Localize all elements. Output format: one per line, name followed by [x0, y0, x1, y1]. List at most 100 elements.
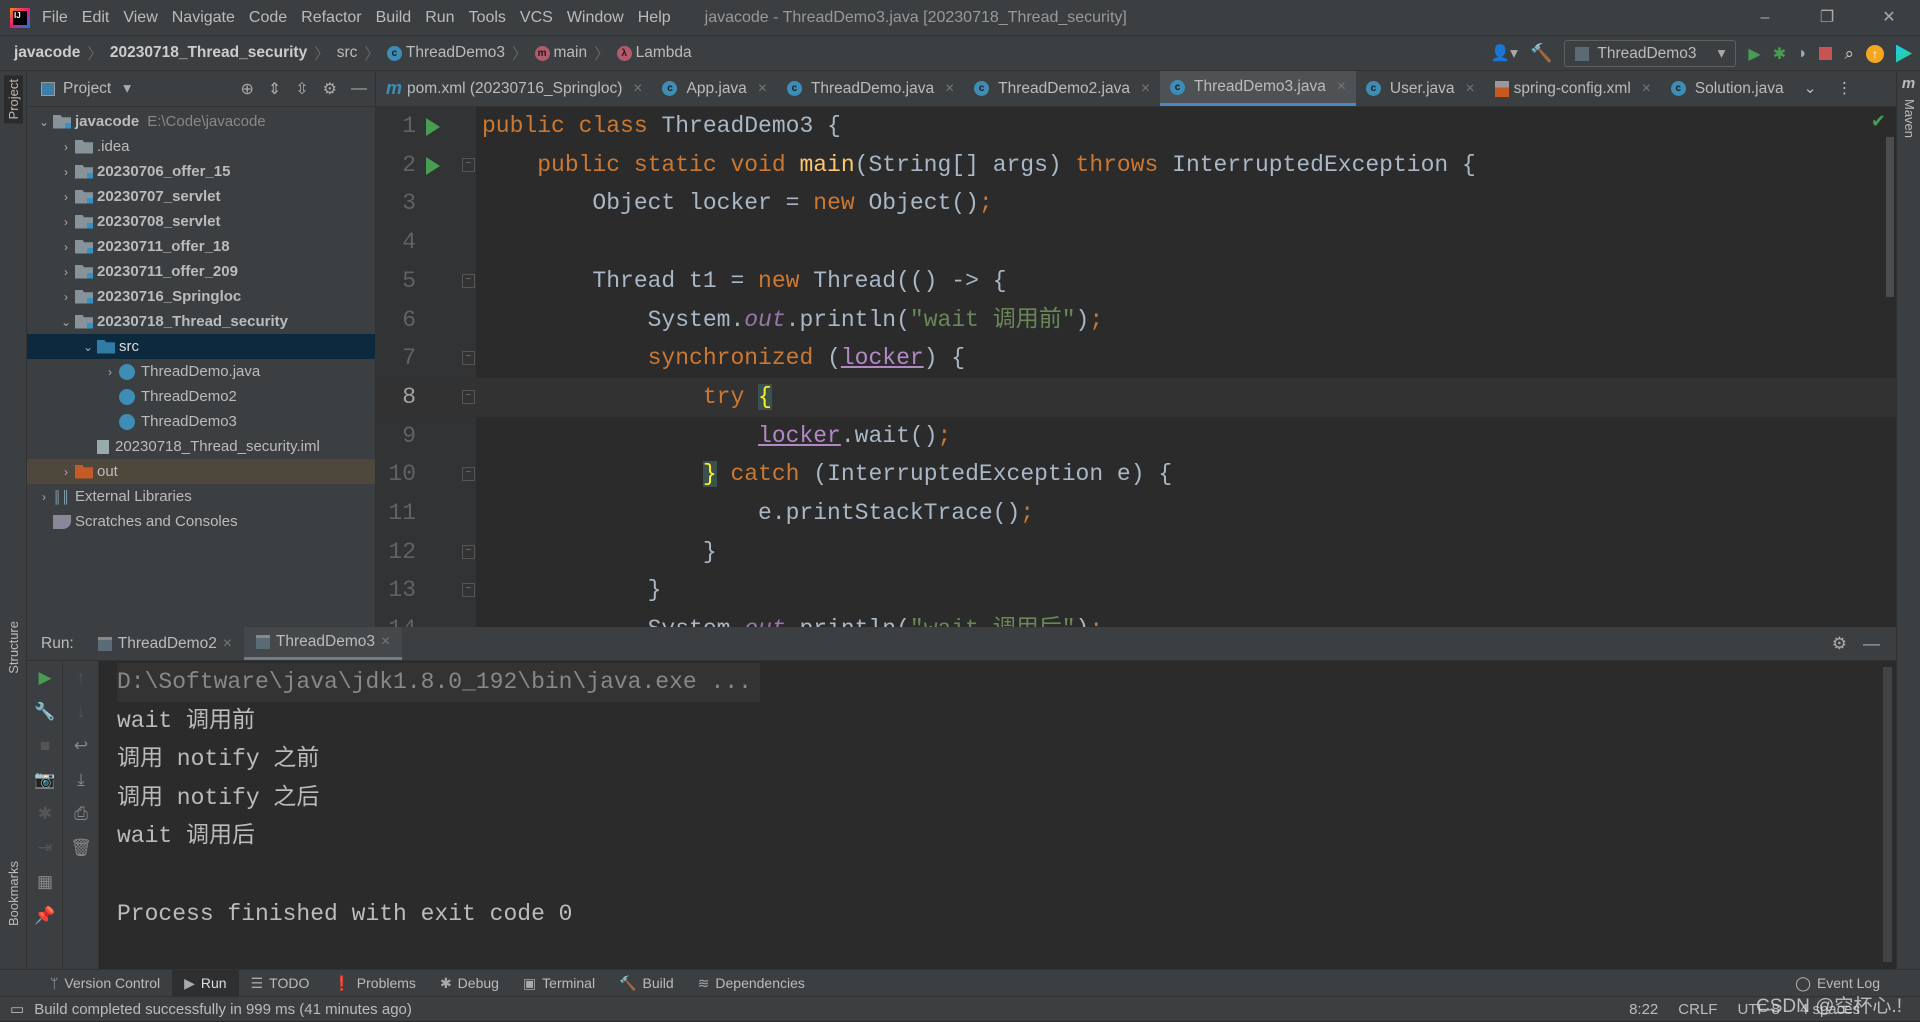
chevron-right-icon[interactable]: ›	[57, 290, 75, 304]
layout-icon[interactable]: ▦	[27, 865, 63, 899]
editor-tab[interactable]: c ThreadDemo3.java ×	[1160, 71, 1356, 106]
menu-view[interactable]: View	[123, 9, 157, 27]
maven-tool-button[interactable]: Maven	[1902, 99, 1917, 138]
fold-close-icon[interactable]: −	[462, 583, 475, 598]
code-editor[interactable]: 1 public class ThreadDemo3 {2 − public sta…	[376, 107, 1896, 627]
breadcrumb-project[interactable]: javacode	[14, 44, 80, 62]
caret-position[interactable]: 8:22	[1629, 1001, 1658, 1018]
chevron-right-icon[interactable]: ›	[57, 190, 75, 204]
run-configuration-select[interactable]: ThreadDemo3 ▾	[1564, 40, 1737, 67]
editor-scrollbar[interactable]	[1886, 137, 1894, 297]
expand-all-icon[interactable]: ⇕	[268, 79, 281, 99]
hide-icon[interactable]: —	[1863, 634, 1880, 654]
menu-vcs[interactable]: VCS	[520, 9, 553, 27]
chevron-right-icon[interactable]: ›	[57, 165, 75, 179]
fold-open-icon[interactable]: −	[462, 273, 475, 288]
code-line[interactable]: 14 System.out.println("wait 调用后");	[376, 610, 1896, 627]
close-tab-icon[interactable]: ×	[758, 80, 767, 98]
tree-item[interactable]: › 20230708_servlet	[27, 209, 375, 234]
code-line[interactable]: 10 − } catch (InterruptedException e) {	[376, 455, 1896, 494]
tree-item[interactable]: › ║║ External Libraries	[27, 484, 375, 509]
status-message[interactable]: Build completed successfully in 999 ms (…	[34, 1001, 412, 1018]
more-options-icon[interactable]: ⋮	[1827, 71, 1863, 106]
build-hammer-icon[interactable]: 🔨	[1530, 43, 1552, 64]
tab-list-chevron-icon[interactable]: ⌄	[1794, 71, 1827, 106]
menu-tools[interactable]: Tools	[469, 9, 506, 27]
structure-tool-button[interactable]: Structure	[6, 621, 21, 674]
up-arrow-icon[interactable]: ↑	[63, 661, 99, 695]
tool-window-terminal[interactable]: ▣ Terminal	[511, 970, 607, 997]
menu-edit[interactable]: Edit	[82, 9, 110, 27]
console-scrollbar[interactable]	[1883, 667, 1892, 962]
editor-tab[interactable]: c Solution.java	[1661, 71, 1794, 106]
line-separator[interactable]: CRLF	[1678, 1001, 1717, 1018]
chevron-down-icon[interactable]: ⌄	[79, 340, 97, 354]
code-line[interactable]: 2 − public static void main(String[] args…	[376, 146, 1896, 185]
print-icon[interactable]: ⎙	[63, 797, 99, 831]
restore-button[interactable]: ❐	[1796, 0, 1858, 36]
code-line[interactable]: 11 e.printStackTrace();	[376, 494, 1896, 533]
editor-tab[interactable]: c ThreadDemo2.java ×	[964, 71, 1160, 106]
tool-window-version-control[interactable]: ᛘ Version Control	[38, 970, 172, 997]
editor-tab[interactable]: m pom.xml (20230716_Springloc) ×	[376, 71, 652, 106]
chevron-right-icon[interactable]: ›	[57, 465, 75, 479]
chevron-down-icon[interactable]: ⌄	[57, 315, 75, 329]
breadcrumb-module[interactable]: 20230718_Thread_security	[110, 44, 307, 62]
close-tab-icon[interactable]: ×	[1642, 80, 1651, 98]
down-arrow-icon[interactable]: ↓	[63, 695, 99, 729]
breadcrumb-class[interactable]: c ThreadDemo3	[386, 44, 505, 62]
camera-icon[interactable]: 📷	[27, 763, 63, 797]
tool-window-problems[interactable]: ❗ Problems	[321, 970, 428, 997]
tree-item[interactable]: ⌄ 20230718_Thread_security	[27, 309, 375, 334]
menu-code[interactable]: Code	[249, 9, 287, 27]
soft-wrap-icon[interactable]: ↩	[63, 729, 99, 763]
tree-item[interactable]: › out	[27, 459, 375, 484]
tree-item[interactable]: ThreadDemo2	[27, 384, 375, 409]
tree-item[interactable]: › 20230711_offer_18	[27, 234, 375, 259]
code-line[interactable]: 7 − synchronized (locker) {	[376, 339, 1896, 378]
trash-icon[interactable]: 🗑	[63, 831, 99, 865]
update-icon[interactable]: ↑	[1866, 44, 1884, 63]
close-tab-icon[interactable]: ×	[633, 80, 642, 98]
tree-item[interactable]: ⌄ javacode E:\Code\javacode	[27, 109, 375, 134]
project-tool-button[interactable]: Project	[4, 75, 23, 124]
toolbox-icon[interactable]	[1896, 44, 1912, 63]
breadcrumb-src[interactable]: src	[337, 44, 358, 62]
console-output[interactable]: D:\Software\java\jdk1.8.0_192\bin\java.e…	[117, 663, 760, 933]
run-tab[interactable]: ThreadDemo2 ×	[86, 627, 244, 660]
project-view-select[interactable]: Project	[63, 80, 111, 98]
fold-close-icon[interactable]: −	[462, 467, 475, 482]
gear-icon[interactable]: ⚙	[1832, 634, 1847, 654]
pin-icon[interactable]: 📌	[27, 899, 63, 933]
close-tab-icon[interactable]: ×	[381, 633, 390, 651]
close-tab-icon[interactable]: ×	[223, 635, 232, 653]
close-tab-icon[interactable]: ×	[1141, 80, 1150, 98]
hide-icon[interactable]: —	[351, 80, 367, 98]
run-icon[interactable]: ▶	[1748, 44, 1760, 64]
tree-item[interactable]: ⌄ src	[27, 334, 375, 359]
code-line[interactable]: 4	[376, 223, 1896, 262]
code-line[interactable]: 13 − }	[376, 571, 1896, 610]
tool-window-dependencies[interactable]: ≋ Dependencies	[686, 970, 817, 997]
stop-icon[interactable]	[1819, 47, 1833, 60]
tool-window-run[interactable]: ▶ Run	[172, 969, 239, 997]
menu-build[interactable]: Build	[376, 9, 412, 27]
gear-icon[interactable]: ⚙	[323, 79, 337, 99]
run-gutter-icon[interactable]	[426, 156, 440, 175]
coverage-icon[interactable]: ◗	[1798, 45, 1807, 63]
bookmarks-tool-button[interactable]: Bookmarks	[6, 861, 21, 926]
close-tab-icon[interactable]: ×	[1466, 80, 1475, 98]
fold-open-icon[interactable]: −	[462, 351, 475, 366]
tool-window-build[interactable]: 🔨 Build	[607, 970, 686, 997]
code-line[interactable]: 8 − try {	[376, 377, 1896, 417]
wrench-icon[interactable]: 🔧	[27, 695, 63, 729]
fold-open-icon[interactable]: −	[462, 157, 475, 172]
menu-refactor[interactable]: Refactor	[301, 9, 361, 27]
run-tab[interactable]: ThreadDemo3 ×	[243, 627, 403, 660]
code-line[interactable]: 5 − Thread t1 = new Thread(() -> {	[376, 262, 1896, 301]
fold-open-icon[interactable]: −	[462, 389, 475, 404]
editor-tab[interactable]: spring-config.xml ×	[1485, 71, 1661, 106]
chevron-down-icon[interactable]: ▾	[123, 79, 131, 98]
minimize-button[interactable]: –	[1734, 0, 1796, 36]
debug-icon[interactable]: ✱	[1773, 44, 1786, 64]
